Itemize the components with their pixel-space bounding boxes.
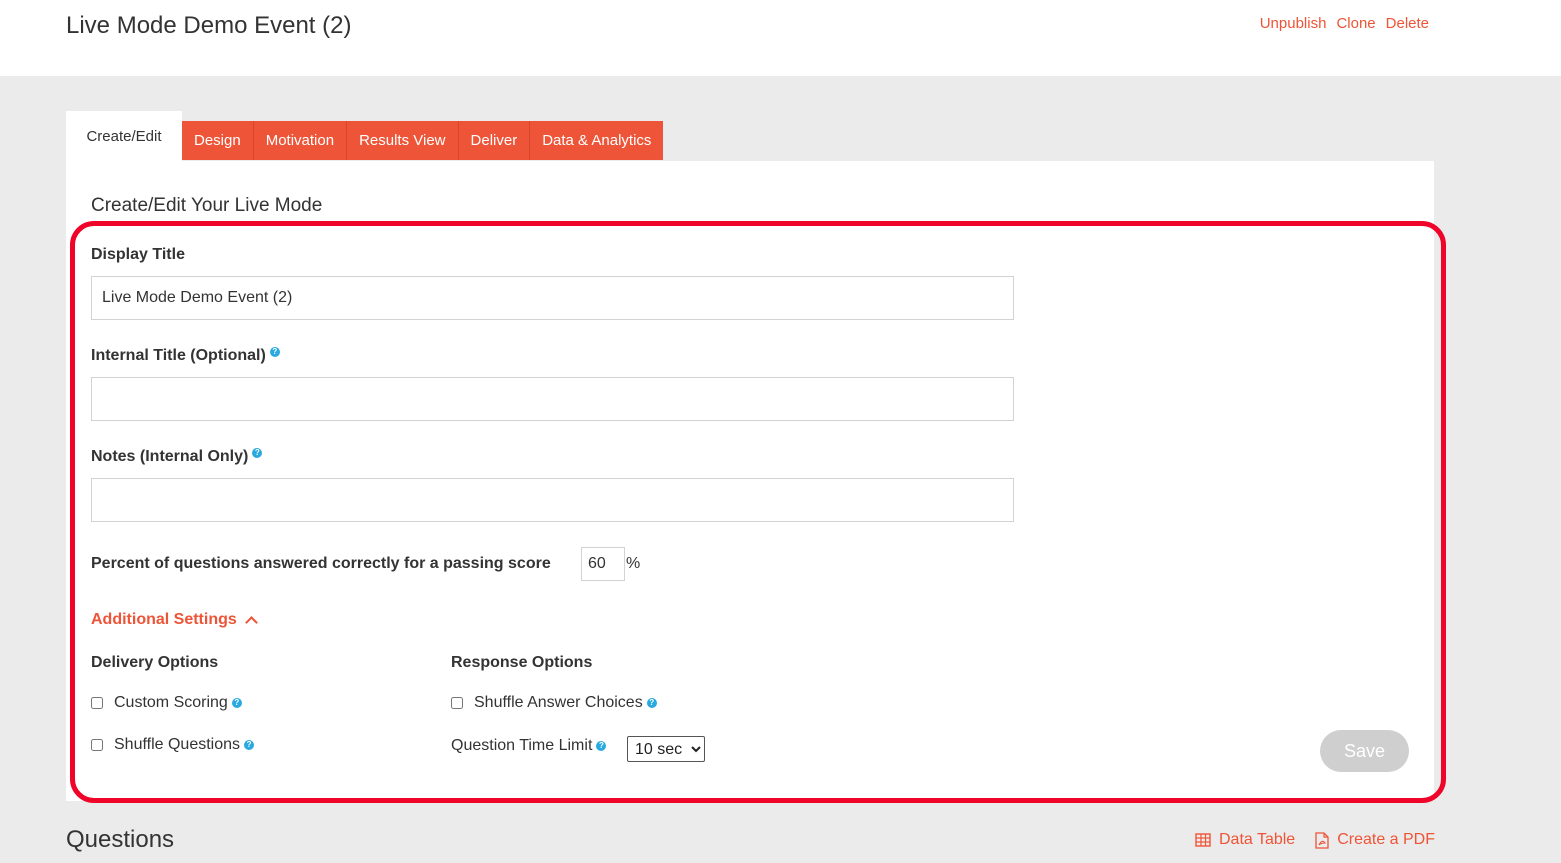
delete-link[interactable]: Delete (1386, 15, 1429, 32)
data-table-label: Data Table (1218, 831, 1296, 848)
create-pdf-label: Create a PDF (1337, 831, 1435, 848)
passing-score-input[interactable] (581, 547, 625, 581)
display-title-label: Display Title (91, 246, 185, 263)
help-icon[interactable]: ? (252, 448, 263, 458)
data-table-link[interactable]: Data Table (1195, 831, 1295, 849)
table-icon (1195, 833, 1211, 847)
help-icon[interactable]: ? (646, 698, 657, 708)
response-options-heading: Response Options (451, 654, 593, 671)
create-pdf-link[interactable]: Create a PDF (1315, 831, 1435, 849)
help-icon[interactable]: ? (231, 698, 242, 708)
time-limit-label: Question Time Limit (451, 737, 593, 754)
tab-create-edit[interactable]: Create/Edit (66, 111, 182, 163)
delivery-options-heading: Delivery Options (91, 654, 219, 671)
unpublish-link[interactable]: Unpublish (1260, 15, 1327, 32)
tab-motivation[interactable]: Motivation (254, 121, 348, 160)
tab-results-view[interactable]: Results View (347, 121, 459, 160)
percent-sign: % (626, 555, 641, 572)
shuffle-answers-option[interactable]: Shuffle Answer Choices? (451, 694, 657, 712)
notes-input[interactable] (91, 478, 1014, 522)
tab-deliver[interactable]: Deliver (459, 121, 531, 160)
internal-title-label: Internal Title (Optional) (91, 347, 266, 364)
help-icon[interactable]: ? (244, 740, 255, 750)
custom-scoring-option[interactable]: Custom Scoring? (91, 694, 242, 712)
notes-label-row: Notes (Internal Only)? (91, 448, 263, 466)
top-actions: Unpublish Clone Delete (1260, 15, 1429, 32)
custom-scoring-checkbox[interactable] (91, 697, 103, 709)
internal-title-label-row: Internal Title (Optional)? (91, 347, 280, 365)
save-button[interactable]: Save (1320, 730, 1409, 772)
shuffle-questions-label: Shuffle Questions (114, 736, 241, 753)
additional-settings-label: Additional Settings (91, 611, 237, 628)
help-icon[interactable]: ? (269, 347, 280, 357)
shuffle-questions-option[interactable]: Shuffle Questions? (91, 736, 255, 754)
display-title-input[interactable] (91, 276, 1014, 320)
top-bar: Live Mode Demo Event (2) Unpublish Clone… (0, 0, 1561, 76)
tab-design[interactable]: Design (182, 121, 254, 160)
questions-heading: Questions (66, 826, 175, 853)
additional-settings-toggle[interactable]: Additional Settings (91, 611, 258, 629)
chevron-up-icon (244, 616, 258, 629)
clone-link[interactable]: Clone (1336, 15, 1375, 32)
form-heading: Create/Edit Your Live Mode (91, 195, 323, 216)
shuffle-answers-label: Shuffle Answer Choices (474, 694, 643, 711)
shuffle-answers-checkbox[interactable] (451, 697, 463, 709)
time-limit-select[interactable]: 10 sec (627, 736, 705, 762)
internal-title-input[interactable] (91, 377, 1014, 421)
custom-scoring-label: Custom Scoring (114, 694, 228, 711)
shuffle-questions-checkbox[interactable] (91, 739, 103, 751)
passing-score-label: Percent of questions answered correctly … (91, 555, 551, 572)
tab-data-analytics[interactable]: Data & Analytics (530, 121, 663, 160)
pdf-file-icon (1315, 831, 1329, 849)
time-limit-label-row: Question Time Limit? (451, 737, 607, 755)
notes-label: Notes (Internal Only) (91, 448, 249, 465)
questions-actions: Data Table Create a PDF (1195, 831, 1435, 849)
page-title: Live Mode Demo Event (2) (66, 12, 352, 39)
tab-bar: Design Motivation Results View Deliver D… (182, 121, 664, 160)
help-icon[interactable]: ? (596, 741, 607, 751)
